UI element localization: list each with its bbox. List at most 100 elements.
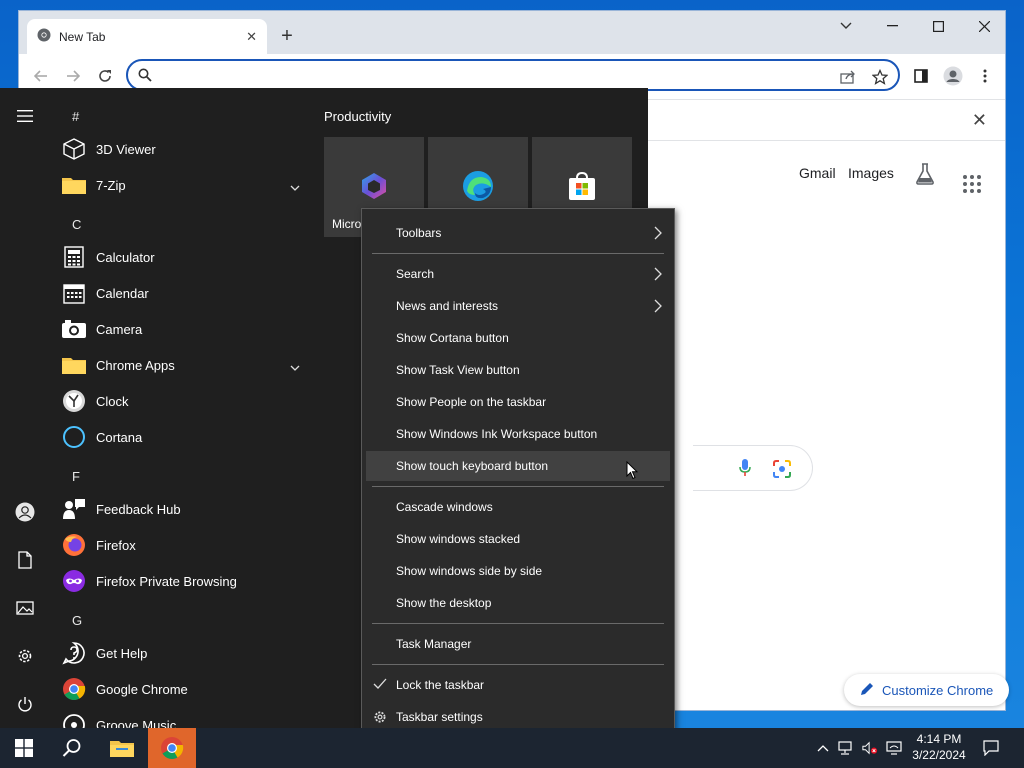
app-label: Get Help: [96, 645, 148, 661]
menu-item-label: Show People on the taskbar: [396, 395, 547, 409]
gmail-link[interactable]: Gmail: [799, 165, 836, 181]
folder-icon: [62, 173, 86, 197]
google-apps-icon[interactable]: [963, 175, 981, 193]
address-input[interactable]: [158, 65, 818, 85]
hamburger-menu-icon[interactable]: [13, 104, 37, 128]
menu-item-show-windows-side-by-side[interactable]: Show windows side by side: [366, 556, 670, 586]
menu-item-show-the-desktop[interactable]: Show the desktop: [366, 588, 670, 618]
share-icon[interactable]: [838, 67, 858, 87]
menu-item-show-windows-stacked[interactable]: Show windows stacked: [366, 524, 670, 554]
app-cortana[interactable]: Cortana: [62, 419, 312, 455]
pictures-icon[interactable]: [13, 596, 37, 620]
menu-item-show-windows-ink[interactable]: Show Windows Ink Workspace button: [366, 419, 670, 449]
app-label: Calculator: [96, 249, 155, 265]
app-feedback-hub[interactable]: Feedback Hub: [62, 491, 312, 527]
chrome-favicon-icon: [37, 28, 51, 45]
side-panel-button[interactable]: [909, 64, 933, 88]
letter-header-f[interactable]: F: [72, 469, 80, 484]
app-groove-music[interactable]: Groove Music: [62, 707, 312, 728]
taskbar[interactable]: 4:14 PM 3/22/2024: [0, 728, 1024, 768]
reload-button[interactable]: [93, 64, 117, 88]
app-camera[interactable]: Camera: [62, 311, 312, 347]
app-calendar[interactable]: Calendar: [62, 275, 312, 311]
tile-group-title[interactable]: Productivity: [324, 109, 391, 124]
bookmark-star-icon[interactable]: [870, 67, 890, 87]
app-google-chrome[interactable]: Google Chrome: [62, 671, 312, 707]
app-firefox[interactable]: Firefox: [62, 527, 312, 563]
menu-item-show-cortana-button[interactable]: Show Cortana button: [366, 323, 670, 353]
menu-item-toolbars[interactable]: Toolbars: [366, 218, 670, 248]
settings-gear-icon[interactable]: [13, 644, 37, 668]
images-link[interactable]: Images: [848, 165, 894, 181]
show-hidden-icons-chevron-icon[interactable]: [815, 740, 831, 756]
network-icon[interactable]: [838, 740, 854, 756]
customize-chrome-button[interactable]: Customize Chrome: [844, 674, 1009, 706]
taskbar-file-explorer[interactable]: [98, 728, 146, 768]
menu-item-cascade-windows[interactable]: Cascade windows: [366, 492, 670, 522]
tab-close-icon[interactable]: ✕: [246, 29, 257, 45]
menu-item-lock-the-taskbar[interactable]: Lock the taskbar: [366, 670, 670, 700]
menu-item-news-and-interests[interactable]: News and interests: [366, 291, 670, 321]
letter-header-hash[interactable]: #: [72, 109, 79, 124]
taskbar-clock[interactable]: 4:14 PM 3/22/2024: [906, 731, 972, 763]
menu-item-label: Search: [396, 267, 435, 281]
labs-flask-icon[interactable]: [915, 163, 935, 188]
google-search-box[interactable]: [693, 445, 813, 491]
app-get-help[interactable]: Get Help: [62, 635, 312, 671]
letter-header-c[interactable]: C: [72, 217, 81, 232]
app-7-zip[interactable]: 7-Zip: [62, 167, 312, 203]
menu-item-label: Show the desktop: [396, 596, 492, 610]
power-icon[interactable]: [13, 692, 37, 716]
app-label: Calendar: [96, 285, 149, 301]
chevron-right-icon: [654, 299, 662, 316]
display-icon[interactable]: [886, 740, 902, 756]
menu-separator: [372, 486, 664, 487]
menu-item-show-touch-keyboard[interactable]: Show touch keyboard button: [366, 451, 670, 481]
checkmark-icon: [373, 678, 387, 693]
more-menu-icon[interactable]: [973, 64, 997, 88]
action-center-icon[interactable]: [983, 740, 999, 756]
menu-item-label: Lock the taskbar: [396, 678, 485, 692]
forward-button[interactable]: [61, 64, 85, 88]
app-3d-viewer[interactable]: 3D Viewer: [62, 131, 312, 167]
chevron-down-icon: [290, 179, 300, 194]
folder-icon: [62, 353, 86, 377]
menu-item-search[interactable]: Search: [366, 259, 670, 289]
app-firefox-private-browsing[interactable]: Firefox Private Browsing: [62, 563, 312, 599]
menu-item-task-manager[interactable]: Task Manager: [366, 629, 670, 659]
letter-header-g[interactable]: G: [72, 613, 82, 628]
start-button[interactable]: [0, 728, 48, 768]
gear-icon: [373, 710, 387, 727]
taskbar-google-chrome[interactable]: [148, 728, 196, 768]
app-clock[interactable]: Clock: [62, 383, 312, 419]
documents-icon[interactable]: [13, 548, 37, 572]
menu-item-show-task-view-button[interactable]: Show Task View button: [366, 355, 670, 385]
user-account-icon[interactable]: [13, 500, 37, 524]
new-tab-button[interactable]: +: [275, 24, 299, 48]
menu-item-show-people[interactable]: Show People on the taskbar: [366, 387, 670, 417]
chevron-down-icon: [290, 359, 300, 374]
app-label: Firefox: [96, 537, 136, 553]
voice-search-icon[interactable]: [739, 459, 751, 480]
close-window-button[interactable]: [961, 11, 1007, 41]
app-label: Feedback Hub: [96, 501, 181, 517]
clock-icon: [62, 389, 86, 413]
infobar-close-icon[interactable]: ✕: [972, 110, 987, 131]
address-bar[interactable]: [126, 59, 900, 91]
maximize-button[interactable]: [915, 11, 961, 41]
volume-muted-icon[interactable]: [862, 740, 878, 756]
app-label: Cortana: [96, 429, 143, 445]
chevron-right-icon: [654, 226, 662, 243]
tab-search-button[interactable]: [823, 11, 869, 41]
lens-search-icon[interactable]: [773, 460, 791, 481]
cube-icon: [62, 137, 86, 161]
app-calculator[interactable]: Calculator: [62, 239, 312, 275]
customize-chrome-label: Customize Chrome: [882, 682, 994, 698]
store-icon: [566, 170, 598, 205]
tab-new-tab[interactable]: New Tab ✕: [27, 19, 267, 54]
app-chrome-apps[interactable]: Chrome Apps: [62, 347, 312, 383]
back-button[interactable]: [29, 64, 53, 88]
taskbar-search-button[interactable]: [48, 728, 96, 768]
profile-avatar-icon[interactable]: [941, 64, 965, 88]
minimize-button[interactable]: [869, 11, 915, 41]
